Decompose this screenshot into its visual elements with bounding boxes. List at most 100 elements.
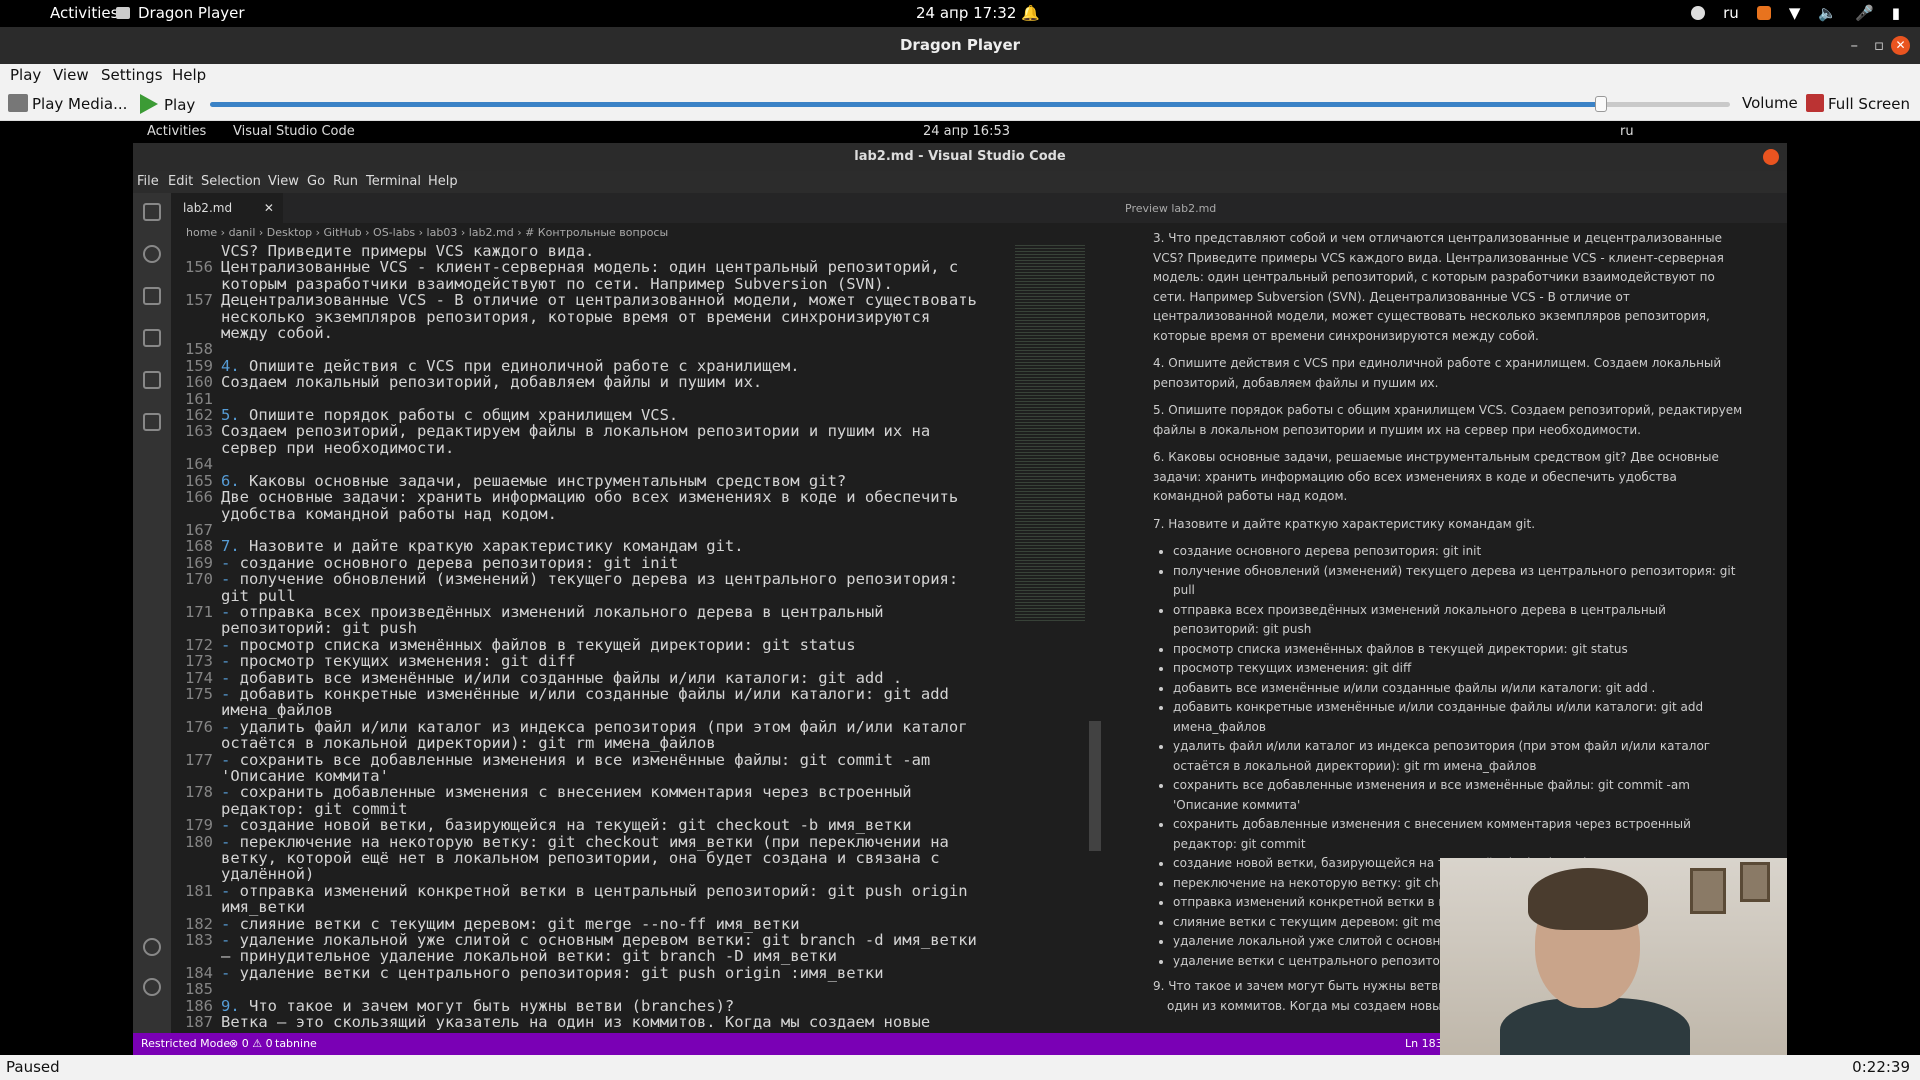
line-content: сохранить добавленные изменения с внесен… [221,783,921,818]
preview-bullet: сохранить все добавленные изменения и вс… [1173,776,1747,815]
line-number: 186 [185,996,213,1015]
minimize-button[interactable]: – [1851,27,1859,64]
line-text: VCS? Приведите примеры VCS каждого вида. [221,243,981,259]
line-text: - удалить файл и/или каталог из индекса … [221,718,981,752]
line-number: 183 [185,931,213,950]
line-number [171,243,221,259]
preview-text-cont: один из коммитов. Когда мы создаем новые [1167,998,1449,1013]
clock-text: 24 апр 17:32 [916,4,1017,22]
clock[interactable]: 24 апр 17:32 🔔 [916,4,1040,22]
line-text: - просмотр списка изменённых файлов в те… [221,637,981,653]
line-text: - создание основного дерева репозитория:… [221,555,981,571]
menu-settings[interactable]: Settings [101,66,163,84]
menu-help[interactable]: Help [172,66,206,84]
line-text: - удаление локальной уже слитой с основн… [221,932,981,965]
vscode-menu-view: View [268,174,299,189]
list-marker: - [221,602,231,621]
code-line: 157 Децентрализованные VCS - В отличие от… [171,292,1033,341]
vscode-tab-label: lab2.md [183,201,233,215]
list-marker: - [221,881,231,900]
menubar: Play View Settings Help [0,64,1920,88]
line-number: 163 [185,422,213,441]
window-title: Dragon Player [899,36,1021,54]
play-icon [140,94,158,114]
list-marker: - [221,931,231,950]
line-content: удаление ветки с центрального репозитори… [230,963,884,982]
seek-slider[interactable] [210,96,1730,112]
tabnine-status: tabnine [275,1037,317,1050]
list-marker: - [221,652,231,671]
line-text: Децентрализованные VCS - В отличие от це… [221,292,981,341]
line-content: просмотр списка изменённых файлов в теку… [230,635,856,654]
seek-handle[interactable] [1594,96,1607,112]
preview-tab-label: Preview lab2.md [1125,202,1217,215]
line-number: 187 [185,1013,213,1032]
list-marker: - [221,570,231,589]
fullscreen-button[interactable]: Full Screen [1806,94,1910,113]
video-area[interactable]: Activities Visual Studio Code 24 апр 16:… [0,121,1920,1055]
preview-tabs: Preview lab2.md [1103,193,1787,223]
list-marker: - [221,914,231,933]
menu-view[interactable]: View [53,66,89,84]
system-tray[interactable]: ru ▼ 🔈 🎤 ▮ [1691,4,1900,22]
line-number: 162 [185,406,213,425]
play-media-label: Play Media... [32,95,128,113]
maximize-button[interactable]: ▫ [1874,27,1884,64]
list-marker: 7. [221,537,240,556]
line-text: - удаление ветки с центрального репозито… [221,965,981,981]
vscode-tab: lab2.md ✕ [171,193,283,223]
list-marker: 5. [221,406,240,425]
preview-bullet: сохранить добавленные изменения с внесен… [1173,815,1747,854]
preview-num: 3. [1153,231,1165,245]
line-content: создание основного дерева репозитория: g… [230,553,679,572]
window-titlebar: Dragon Player – ▫ ✕ [0,27,1920,64]
code-line: 183- удаление локальной уже слитой с осн… [171,932,1033,965]
vscode-menu-file: File [137,174,159,189]
line-content: удаление локальной уже слитой с основным… [221,931,987,966]
menu-play[interactable]: Play [10,66,41,84]
code-line: 173- просмотр текущих изменения: git dif… [171,652,1033,671]
line-number: 167 [185,520,213,539]
line-number: 170 [185,570,213,589]
vscode-clock: 24 апр 16:53 [923,124,1010,139]
code-line: 184- удаление ветки с центрального репоз… [171,964,1033,981]
line-content: Создаем локальный репозиторий, добавляем… [221,373,763,392]
close-button[interactable]: ✕ [1891,36,1910,55]
preview-paragraphs: 3. Что представляют собой и чем отличают… [1153,229,1747,534]
code-editor: VCS? Приведите примеры VCS каждого вида.… [171,243,1033,1033]
line-text: Создаем локальный репозиторий, добавляем… [221,374,981,390]
person-hair [1528,868,1648,930]
line-text: 9. Что такое и зачем могут быть нужны ве… [221,997,981,1014]
line-text: 6. Каковы основные задачи, решаемые инст… [221,472,981,489]
preview-item: 3. Что представляют собой и чем отличают… [1153,229,1747,346]
preview-text: Опишите действия с VCS при единоличной р… [1153,356,1722,390]
line-number: 172 [185,635,213,654]
code-line: 164 [171,456,1033,473]
breadcrumb: home › danil › Desktop › GitHub › OS-lab… [186,226,669,239]
play-button[interactable]: Play [140,94,195,114]
vscode-menu: File Edit Selection View Go Run Terminal… [133,171,1787,193]
wifi-icon: ▼ [1788,4,1801,22]
line-number: 161 [185,389,213,408]
volume-button[interactable]: Volume [1742,94,1798,112]
vscode-system-bar: Activities Visual Studio Code 24 апр 16:… [133,121,1787,143]
activities-button[interactable]: Activities [50,4,118,22]
line-text [221,981,981,997]
list-marker: - [221,750,231,769]
folder-icon [8,94,28,112]
line-text: - сохранить все добавленные изменения и … [221,750,981,785]
line-number: 169 [185,553,213,572]
keyboard-layout[interactable]: ru [1723,4,1739,22]
code-line: 174- добавить все изменённые и/или созда… [171,669,1033,686]
app-menu[interactable]: Dragon Player [116,4,245,22]
webcam-overlay [1440,858,1787,1055]
play-media-button[interactable]: Play Media... [8,94,127,113]
line-number: 156 [185,258,213,277]
line-text: Две основные задачи: хранить информацию … [221,489,981,522]
preview-bullet: добавить конкретные изменённые и/или соз… [1173,698,1747,737]
line-content: отправка изменений конкретной ветки в це… [221,881,977,917]
code-line: 177- сохранить все добавленные изменения… [171,750,1033,785]
preview-text: Что такое и зачем могут быть нужны ветви… [1168,979,1463,993]
line-number: 182 [185,914,213,933]
line-number: 178 [185,783,213,802]
